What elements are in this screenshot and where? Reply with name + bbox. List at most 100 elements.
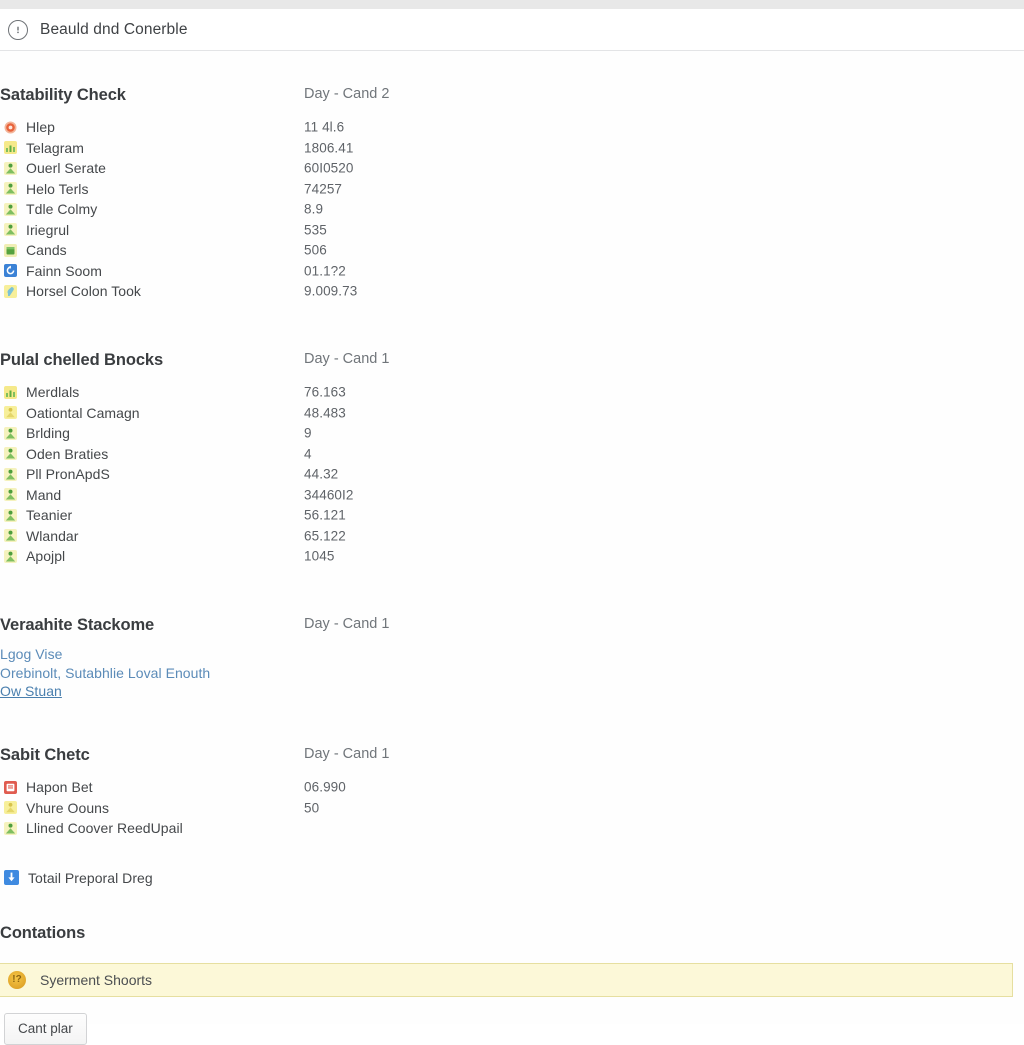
list-item[interactable]: Merdlals 76.163 bbox=[0, 382, 1024, 403]
list-item-value: 74257 bbox=[304, 181, 343, 197]
list-item-label: Tdle Colmy bbox=[26, 201, 98, 218]
list-item[interactable]: Brlding 9 bbox=[0, 423, 1024, 444]
list-item[interactable]: Llined Coover ReedUpail bbox=[0, 818, 1024, 839]
list-item-value: 506 bbox=[304, 242, 327, 258]
list-item-label: Hapon Bet bbox=[26, 779, 93, 796]
section-title: Pulal chelled Bnocks bbox=[0, 351, 164, 369]
list-item[interactable]: Teanier 56.121 bbox=[0, 505, 1024, 526]
warning-badge-icon: !? bbox=[8, 971, 26, 989]
list-item-label: Vhure Oouns bbox=[26, 799, 110, 816]
info-circle-icon bbox=[8, 19, 28, 40]
notification-banner: !? Syerment Shoorts bbox=[0, 963, 1013, 997]
list-item-label: Totail Preporal Dreg bbox=[28, 869, 153, 886]
list-item-label: Horsel Colon Took bbox=[26, 283, 141, 300]
list-item-value: 76.163 bbox=[304, 384, 346, 400]
list-item[interactable]: Totail Preporal Dreg bbox=[0, 867, 1024, 889]
list-item-label: Mand bbox=[26, 486, 62, 503]
list-item-value: 65.122 bbox=[304, 528, 346, 544]
yellow-person-icon bbox=[4, 801, 17, 815]
list-item-label: Oationtal Camagn bbox=[26, 404, 140, 421]
list-item-value: 60I0520 bbox=[304, 160, 354, 176]
list-item[interactable]: Ouerl Serate 60I0520 bbox=[0, 158, 1024, 179]
green-person-icon bbox=[4, 467, 17, 481]
section-meta: Day - Cand 1 bbox=[304, 351, 390, 367]
list-item[interactable]: Cands 506 bbox=[0, 240, 1024, 261]
list-item[interactable]: Tdle Colmy 8.9 bbox=[0, 199, 1024, 220]
link-list: Lgog Vise Orebinolt, Sutabhlie Loval Enou… bbox=[0, 645, 1024, 701]
green-person-icon bbox=[4, 488, 17, 502]
list-item-value: 8.9 bbox=[304, 201, 324, 217]
section-title: Veraahite Stackome bbox=[0, 616, 155, 634]
red-card-icon bbox=[4, 780, 17, 794]
list-item-label: Apojpl bbox=[26, 548, 66, 565]
list-item-value: 1806.41 bbox=[304, 140, 354, 156]
list-item-label: Brlding bbox=[26, 425, 70, 442]
list-item-value: 01.1?2 bbox=[304, 263, 346, 279]
section-sabit-chetc: Sabit Chetc Day - Cand 1 Hapon Bet 06.990 Vh… bbox=[0, 746, 1024, 889]
section-veraahite-stackome: Veraahite Stackome Day - Cand 1 Lgog Vise O… bbox=[0, 616, 1024, 701]
green-person-icon bbox=[4, 426, 17, 440]
list-item-value: 34460I2 bbox=[304, 487, 354, 503]
link-item[interactable]: Lgog Vise bbox=[0, 645, 1024, 664]
green-chart-icon bbox=[4, 385, 17, 399]
green-chart-icon bbox=[4, 141, 17, 155]
list-item[interactable]: Mand 34460I2 bbox=[0, 485, 1024, 506]
section-title: Contations bbox=[0, 924, 86, 942]
link-item[interactable]: Ow Stuan bbox=[0, 682, 1024, 701]
list-item[interactable]: Fainn Soom 01.1?2 bbox=[0, 261, 1024, 282]
list-item[interactable]: Hapon Bet 06.990 bbox=[0, 777, 1024, 798]
section-meta: Day - Cand 1 bbox=[304, 616, 390, 632]
cancel-button[interactable]: Cant plar bbox=[4, 1013, 87, 1045]
list-item-label: Telagram bbox=[26, 139, 84, 156]
section-header: Veraahite Stackome Day - Cand 1 bbox=[0, 616, 1024, 635]
green-person-icon bbox=[4, 447, 17, 461]
section-contations: Contations!? Syerment Shoorts Cant plar bbox=[0, 924, 1024, 1045]
list-item-label: Helo Terls bbox=[26, 180, 89, 197]
blue-download-icon bbox=[4, 870, 19, 885]
yellow-person-icon bbox=[4, 406, 17, 420]
list-item-label: Oden Braties bbox=[26, 445, 109, 462]
link-item[interactable]: Orebinolt, Sutabhlie Loval Enouth bbox=[0, 664, 1024, 683]
notification-text: Syerment Shoorts bbox=[40, 972, 153, 988]
list-item-value: 11 4l.6 bbox=[304, 119, 345, 135]
list-item[interactable]: Wlandar 65.122 bbox=[0, 526, 1024, 547]
section-pulal-chelled-bnocks: Pulal chelled Bnocks Day - Cand 1 Merdlals… bbox=[0, 351, 1024, 567]
list-item[interactable]: Oden Braties 4 bbox=[0, 444, 1024, 465]
list-item-value: 1045 bbox=[304, 548, 335, 564]
list-item-label: Iriegrul bbox=[26, 221, 70, 238]
blue-refresh-icon bbox=[4, 264, 17, 278]
list-item[interactable]: Helo Terls 74257 bbox=[0, 179, 1024, 200]
list-item-label: Teanier bbox=[26, 507, 73, 524]
orange-target-icon bbox=[4, 121, 17, 134]
green-person-icon bbox=[4, 529, 17, 543]
list-item-label: Ouerl Serate bbox=[26, 160, 106, 177]
yellow-key-icon bbox=[4, 284, 17, 298]
list-item-value: 4 bbox=[304, 446, 312, 462]
list-item-value: 50 bbox=[304, 800, 320, 816]
list-item[interactable]: Horsel Colon Took 9.009.73 bbox=[0, 281, 1024, 302]
list-item-label: Llined Coover ReedUpail bbox=[26, 820, 183, 837]
list-item[interactable]: Apojpl 1045 bbox=[0, 546, 1024, 567]
list-item[interactable]: Oationtal Camagn 48.483 bbox=[0, 403, 1024, 424]
list-item-value: 9.009.73 bbox=[304, 283, 358, 299]
green-person-icon bbox=[4, 549, 17, 563]
green-person-icon bbox=[4, 182, 17, 196]
section-header: Sabit Chetc Day - Cand 1 bbox=[0, 746, 1024, 765]
page-title: Beauld dnd Conerble bbox=[40, 20, 188, 38]
section-meta: Day - Cand 2 bbox=[304, 86, 390, 102]
section-meta: Day - Cand 1 bbox=[304, 746, 390, 762]
list-item[interactable]: Pll PronApdS 44.32 bbox=[0, 464, 1024, 485]
page-header: Beauld dnd Conerble bbox=[0, 9, 1024, 51]
footer-actions: Cant plar bbox=[0, 1013, 1024, 1045]
section-header: Satability Check Day - Cand 2 bbox=[0, 86, 1024, 105]
list-item[interactable]: Iriegrul 535 bbox=[0, 220, 1024, 241]
list-item-value: 56.121 bbox=[304, 507, 346, 523]
list-item-value: 9 bbox=[304, 425, 312, 441]
list-secondary: Totail Preporal Dreg bbox=[0, 867, 1024, 889]
green-person-icon bbox=[4, 161, 17, 175]
section-header: Pulal chelled Bnocks Day - Cand 1 bbox=[0, 351, 1024, 370]
list-item[interactable]: Vhure Oouns 50 bbox=[0, 798, 1024, 819]
list: Merdlals 76.163 Oationtal Camagn 48.483 Brld… bbox=[0, 382, 1024, 567]
list-item[interactable]: Telagram 1806.41 bbox=[0, 138, 1024, 159]
list-item[interactable]: Hlep 11 4l.6 bbox=[0, 117, 1024, 138]
